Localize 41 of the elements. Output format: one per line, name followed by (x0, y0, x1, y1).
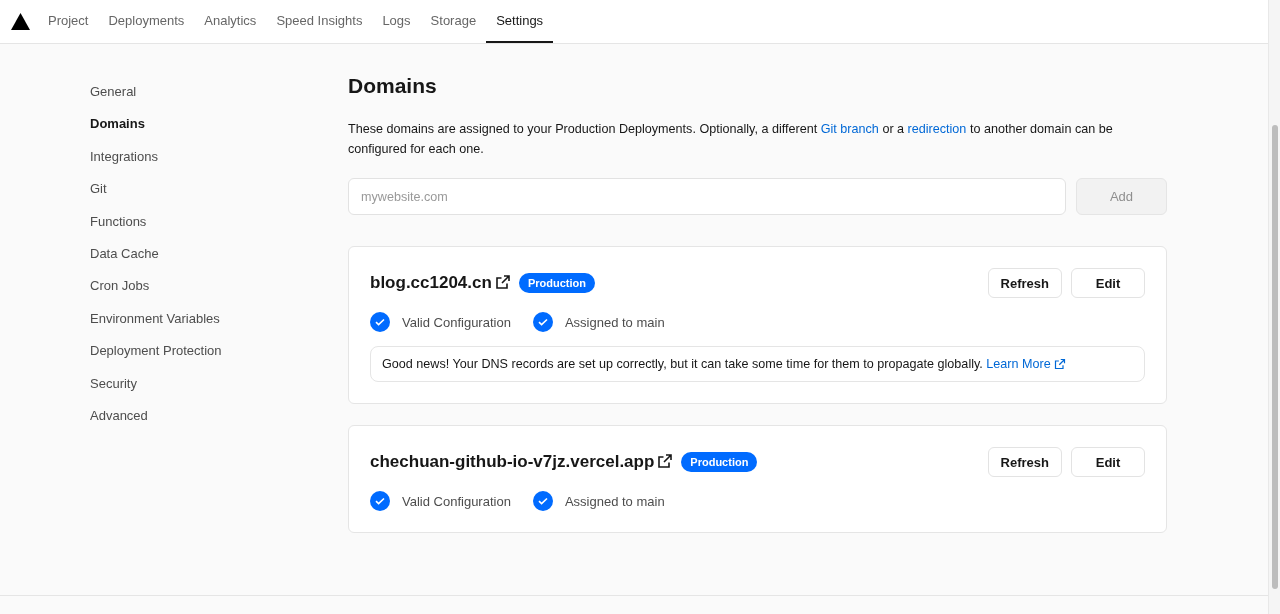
production-badge: Production (518, 273, 595, 293)
nav-tab[interactable]: Analytics (194, 0, 267, 43)
refresh-button[interactable]: Refresh (987, 447, 1062, 477)
scrollbar-thumb[interactable] (1271, 125, 1278, 589)
external-link-icon (494, 274, 511, 290)
sidebar-item[interactable]: Domains (90, 114, 348, 134)
external-link-icon (1053, 358, 1066, 370)
nav-tab[interactable]: Logs (372, 0, 421, 43)
dns-message: Good news! Your DNS records are set up correctly, but it can take some time for them to propagate globally. Learn More (370, 346, 1145, 382)
edit-button[interactable]: Edit (1071, 268, 1145, 298)
external-link-icon (657, 453, 674, 469)
nav-tab[interactable]: Deployments (98, 0, 195, 43)
sidebar-item[interactable]: Integrations (90, 146, 348, 167)
sidebar-item[interactable]: Cron Jobs (90, 276, 348, 296)
page-title: Domains (348, 74, 438, 98)
description-text: These domains are assigned to your Production Deployments. Optionally, a different Git branch or a redirection to another domain can be configured for each one. (348, 121, 1114, 158)
sidebar-item[interactable]: General (90, 82, 348, 102)
edit-button[interactable]: Edit (1071, 447, 1145, 477)
sidebar-item[interactable]: Functions (90, 211, 348, 232)
sidebar-item[interactable]: Environment Variables (90, 308, 348, 329)
nav-tab[interactable]: Storage (420, 0, 487, 43)
sidebar-item[interactable]: Deployment Protection (90, 341, 348, 361)
status-label: Assigned to main (564, 314, 665, 330)
sidebar-item[interactable]: Git (90, 179, 348, 199)
sidebar-item[interactable]: Advanced (90, 406, 348, 426)
git-branch-link[interactable]: Git branch (820, 122, 879, 136)
status-label: Valid Configuration (402, 314, 511, 330)
sidebar-item[interactable]: Data Cache (90, 244, 348, 264)
domain-link[interactable]: blog.cc1204.cn (370, 273, 511, 293)
status-label: Valid Configuration (402, 493, 511, 509)
sidebar-item[interactable]: Security (90, 373, 348, 394)
nav-tab[interactable]: Speed Insights (266, 0, 373, 43)
production-badge: Production (681, 452, 758, 472)
refresh-button[interactable]: Refresh (987, 268, 1062, 298)
learn-more-link[interactable]: Learn More (986, 357, 1066, 371)
domain-link[interactable]: chechuan-github-io-v7jz.vercel.app (370, 452, 674, 472)
redirection-link[interactable]: redirection (907, 122, 967, 136)
status-label: Assigned to main (564, 493, 665, 509)
nav-tab[interactable]: Project (38, 0, 99, 43)
nav-tab[interactable]: Settings (486, 0, 554, 43)
triangle-logo-icon[interactable] (11, 13, 30, 30)
